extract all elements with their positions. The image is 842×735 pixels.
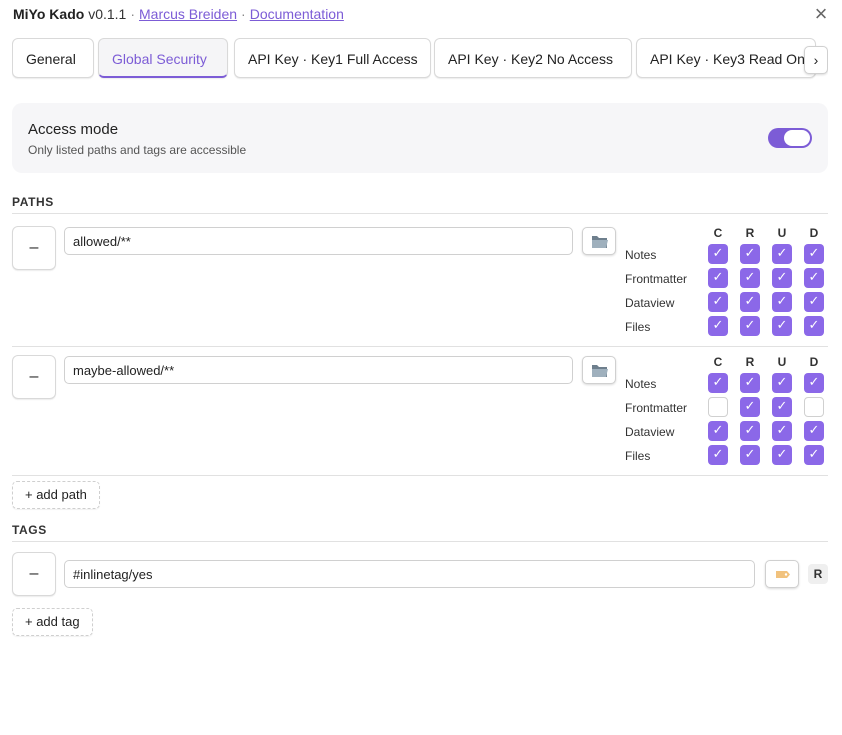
row-label-frontmatter: Frontmatter bbox=[625, 401, 688, 415]
frontmatter-read-checkbox[interactable] bbox=[740, 397, 760, 417]
remove-path-button[interactable]: – bbox=[12, 355, 56, 399]
tab-api-key-key2[interactable]: API Key · Key2 No Access bbox=[434, 38, 632, 78]
files-delete-checkbox[interactable] bbox=[804, 445, 824, 465]
files-create-checkbox[interactable] bbox=[708, 445, 728, 465]
tab-bar: General Global Security API Key · Key1 F… bbox=[12, 38, 828, 82]
tab-general[interactable]: General bbox=[12, 38, 94, 78]
files-read-checkbox[interactable] bbox=[740, 445, 760, 465]
tag-picker-button[interactable] bbox=[765, 560, 799, 588]
paths-section-title: PATHS bbox=[12, 195, 54, 209]
access-mode-title: Access mode bbox=[28, 121, 119, 138]
row-label-files: Files bbox=[625, 320, 651, 334]
tag-read-permission-badge[interactable]: R bbox=[808, 564, 828, 584]
folder-picker-button[interactable] bbox=[582, 356, 616, 384]
app-header: MiYo Kado v0.1.1 · Marcus Breiden · Document… bbox=[13, 6, 344, 22]
frontmatter-create-checkbox[interactable] bbox=[708, 268, 728, 288]
divider bbox=[12, 475, 828, 476]
path-permission-grid: C R U D Notes Frontmatter Dataview Files bbox=[625, 226, 829, 341]
dataview-read-checkbox[interactable] bbox=[740, 292, 760, 312]
tab-global-security[interactable]: Global Security bbox=[98, 38, 228, 78]
access-mode-toggle[interactable] bbox=[768, 128, 812, 148]
tab-api-key-key3[interactable]: API Key · Key3 Read On bbox=[636, 38, 816, 78]
tag-input[interactable] bbox=[64, 560, 755, 588]
add-tag-button[interactable]: + add tag bbox=[12, 608, 93, 636]
divider bbox=[12, 541, 828, 542]
add-path-button[interactable]: + add path bbox=[12, 481, 100, 509]
documentation-link[interactable]: Documentation bbox=[250, 6, 344, 22]
header-separator: · bbox=[241, 6, 246, 22]
column-update: U bbox=[777, 226, 787, 240]
toggle-knob bbox=[784, 130, 810, 146]
app-name: MiYo Kado bbox=[13, 6, 85, 22]
notes-delete-checkbox[interactable] bbox=[804, 373, 824, 393]
remove-path-button[interactable]: – bbox=[12, 226, 56, 270]
column-delete: D bbox=[809, 355, 819, 369]
row-label-dataview: Dataview bbox=[625, 296, 675, 310]
notes-read-checkbox[interactable] bbox=[740, 373, 760, 393]
author-link[interactable]: Marcus Breiden bbox=[139, 6, 237, 22]
column-create: C bbox=[713, 355, 723, 369]
frontmatter-delete-checkbox[interactable] bbox=[804, 268, 824, 288]
frontmatter-create-checkbox[interactable] bbox=[708, 397, 728, 417]
dataview-update-checkbox[interactable] bbox=[772, 421, 792, 441]
files-update-checkbox[interactable] bbox=[772, 445, 792, 465]
column-update: U bbox=[777, 355, 787, 369]
path-input[interactable] bbox=[64, 227, 573, 255]
folder-picker-button[interactable] bbox=[582, 227, 616, 255]
dataview-delete-checkbox[interactable] bbox=[804, 292, 824, 312]
files-delete-checkbox[interactable] bbox=[804, 316, 824, 336]
files-read-checkbox[interactable] bbox=[740, 316, 760, 336]
dataview-read-checkbox[interactable] bbox=[740, 421, 760, 441]
tab-scroll-right-icon[interactable]: › bbox=[804, 46, 828, 74]
access-mode-card: Access mode Only listed paths and tags a… bbox=[12, 103, 828, 173]
divider bbox=[12, 213, 828, 214]
column-read: R bbox=[745, 355, 755, 369]
dataview-create-checkbox[interactable] bbox=[708, 421, 728, 441]
frontmatter-update-checkbox[interactable] bbox=[772, 268, 792, 288]
row-label-notes: Notes bbox=[625, 377, 657, 391]
row-label-notes: Notes bbox=[625, 248, 657, 262]
column-create: C bbox=[713, 226, 723, 240]
divider bbox=[12, 346, 828, 347]
tags-section-title: TAGS bbox=[12, 523, 47, 537]
close-icon[interactable]: × bbox=[810, 3, 832, 26]
access-mode-description: Only listed paths and tags are accessibl… bbox=[28, 143, 247, 157]
row-label-frontmatter: Frontmatter bbox=[625, 272, 688, 286]
row-label-dataview: Dataview bbox=[625, 425, 675, 439]
column-delete: D bbox=[809, 226, 819, 240]
notes-read-checkbox[interactable] bbox=[740, 244, 760, 264]
frontmatter-delete-checkbox[interactable] bbox=[804, 397, 824, 417]
path-input[interactable] bbox=[64, 356, 573, 384]
row-label-files: Files bbox=[625, 449, 651, 463]
column-read: R bbox=[745, 226, 755, 240]
files-create-checkbox[interactable] bbox=[708, 316, 728, 336]
notes-delete-checkbox[interactable] bbox=[804, 244, 824, 264]
path-permission-grid: C R U D Notes Frontmatter Dataview Files bbox=[625, 355, 829, 470]
folder-icon bbox=[592, 236, 608, 248]
dataview-delete-checkbox[interactable] bbox=[804, 421, 824, 441]
notes-update-checkbox[interactable] bbox=[772, 373, 792, 393]
dataview-update-checkbox[interactable] bbox=[772, 292, 792, 312]
tab-api-key-key1[interactable]: API Key · Key1 Full Access bbox=[234, 38, 431, 78]
remove-tag-button[interactable]: – bbox=[12, 552, 56, 596]
app-version: v0.1.1 bbox=[88, 6, 127, 22]
dataview-create-checkbox[interactable] bbox=[708, 292, 728, 312]
frontmatter-read-checkbox[interactable] bbox=[740, 268, 760, 288]
notes-update-checkbox[interactable] bbox=[772, 244, 792, 264]
tag-icon bbox=[776, 571, 790, 578]
frontmatter-update-checkbox[interactable] bbox=[772, 397, 792, 417]
header-separator: · bbox=[130, 6, 135, 22]
notes-create-checkbox[interactable] bbox=[708, 244, 728, 264]
files-update-checkbox[interactable] bbox=[772, 316, 792, 336]
folder-icon bbox=[592, 365, 608, 377]
notes-create-checkbox[interactable] bbox=[708, 373, 728, 393]
